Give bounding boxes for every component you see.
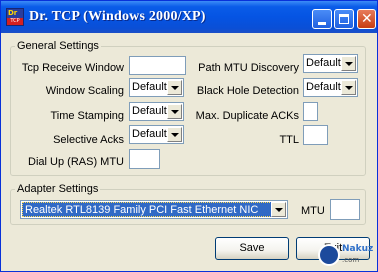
adapter-mtu-label: MTU xyxy=(301,205,325,217)
selective-acks-label: Selective Acks xyxy=(53,134,124,146)
minimize-icon xyxy=(318,22,326,25)
window-scaling-label: Window Scaling xyxy=(45,85,124,97)
black-hole-detection-select[interactable]: Default xyxy=(303,78,358,97)
adapter-selected-value: Realtek RTL8139 Family PCI Fast Ethernet… xyxy=(22,202,272,217)
ttl-label: TTL xyxy=(279,134,299,146)
ttl-input[interactable] xyxy=(303,125,328,145)
app-icon[interactable]: Dr TCP xyxy=(6,8,24,26)
app-icon-tcp-text: TCP xyxy=(7,18,23,25)
adapter-select[interactable]: Realtek RTL8139 Family PCI Fast Ethernet… xyxy=(20,200,288,219)
chevron-down-icon[interactable] xyxy=(167,127,182,142)
path-mtu-discovery-value: Default xyxy=(306,57,341,69)
chevron-down-icon[interactable] xyxy=(167,80,182,95)
save-button-label: Save xyxy=(239,242,265,254)
dialup-mtu-input[interactable] xyxy=(129,149,160,169)
tcp-receive-window-input[interactable] xyxy=(129,56,186,75)
watermark-subtext: .com xyxy=(342,256,360,264)
save-button[interactable]: Save xyxy=(215,237,289,260)
watermark-circle-icon xyxy=(318,244,340,266)
window-title: Dr. TCP (Windows 2000/XP) xyxy=(29,9,206,24)
chevron-down-icon[interactable] xyxy=(167,104,182,119)
title-bar[interactable]: Dr TCP Dr. TCP (Windows 2000/XP) ✕ xyxy=(1,1,377,33)
window-scaling-select[interactable]: Default xyxy=(129,78,184,97)
app-icon-dr-text: Dr xyxy=(8,9,18,17)
chevron-down-icon[interactable] xyxy=(271,202,286,217)
max-duplicate-acks-input[interactable] xyxy=(303,102,318,121)
black-hole-detection-label: Black Hole Detection xyxy=(196,85,299,97)
adapter-mtu-input[interactable] xyxy=(330,199,360,220)
dialup-mtu-label: Dial Up (RAS) MTU xyxy=(28,156,124,168)
time-stamping-label: Time Stamping xyxy=(50,110,124,122)
time-stamping-value: Default xyxy=(132,105,167,117)
max-duplicate-acks-label: Max. Duplicate ACKs xyxy=(195,110,299,122)
time-stamping-select[interactable]: Default xyxy=(129,102,184,121)
chevron-down-icon[interactable] xyxy=(341,56,356,71)
window-scaling-value: Default xyxy=(132,81,167,93)
black-hole-detection-value: Default xyxy=(306,81,341,93)
path-mtu-discovery-label: Path MTU Discovery xyxy=(198,62,299,74)
maximize-button[interactable] xyxy=(334,9,354,29)
general-settings-legend: General Settings xyxy=(17,40,99,52)
minimize-button[interactable] xyxy=(312,9,332,29)
selective-acks-value: Default xyxy=(132,128,167,140)
watermark-text: Nakuz xyxy=(342,244,374,254)
watermark-logo: Nakuz .com xyxy=(318,244,374,268)
path-mtu-discovery-select[interactable]: Default xyxy=(303,54,358,73)
close-icon: ✕ xyxy=(361,11,373,27)
tcp-receive-window-label: Tcp Receive Window xyxy=(21,62,124,74)
selective-acks-select[interactable]: Default xyxy=(129,125,184,144)
adapter-settings-legend: Adapter Settings xyxy=(17,183,99,195)
chevron-down-icon[interactable] xyxy=(341,80,356,95)
close-button[interactable]: ✕ xyxy=(357,9,376,29)
maximize-icon xyxy=(339,14,349,24)
